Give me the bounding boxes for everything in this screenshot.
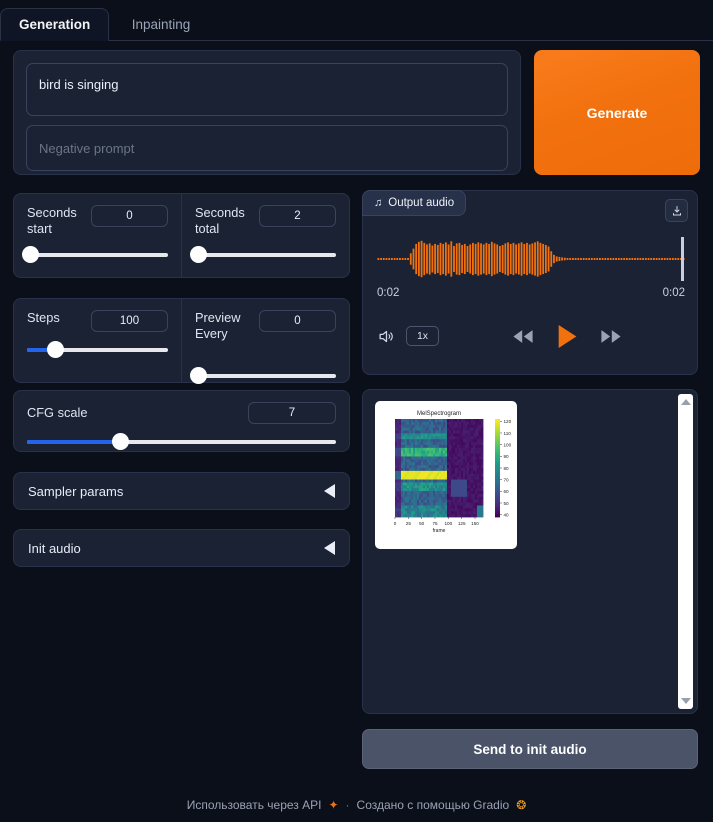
seconds-total-slider[interactable]	[189, 246, 336, 263]
svg-text:50: 50	[419, 521, 425, 526]
collapse-triangle-icon	[324, 541, 335, 555]
negative-prompt-input[interactable]	[26, 125, 508, 171]
volume-icon	[379, 330, 393, 342]
svg-text:150: 150	[471, 521, 479, 526]
steps-knob[interactable]	[47, 341, 65, 358]
send-to-init-audio-button[interactable]: Send to init audio	[362, 729, 698, 769]
tab-inpainting[interactable]: Inpainting	[114, 9, 209, 42]
volume-button[interactable]	[377, 328, 396, 345]
svg-text:70: 70	[504, 477, 510, 482]
svg-text:40: 40	[504, 512, 510, 517]
seconds-start-knob[interactable]	[21, 246, 39, 263]
play-button[interactable]	[556, 324, 578, 349]
tab-bar: Generation Inpainting	[0, 8, 713, 41]
preview-every-label: Preview Every	[195, 310, 241, 341]
svg-text:100: 100	[444, 521, 452, 526]
output-gallery: MelSpectrogram 0 25 50 75 100 125 150 frame 40 50 6…	[362, 389, 698, 714]
svg-text:125: 125	[458, 521, 466, 526]
fast-forward-button[interactable]	[599, 328, 623, 345]
audio-current-time: 0:02	[377, 287, 400, 299]
svg-text:60: 60	[504, 489, 510, 494]
steps-slider[interactable]	[27, 341, 168, 358]
seconds-start-control: Seconds start 0	[14, 194, 181, 277]
generate-button[interactable]: Generate	[534, 50, 700, 175]
cfg-scale-fill	[27, 440, 120, 444]
mel-spectrogram-chart: MelSpectrogram 0 25 50 75 100 125 150 frame 40 50 6…	[394, 411, 512, 534]
preview-every-value[interactable]: 0	[259, 310, 336, 332]
seconds-start-value[interactable]: 0	[91, 205, 168, 227]
output-audio-label: Output audio	[388, 197, 455, 209]
svg-text:frame: frame	[433, 528, 446, 534]
seconds-total-knob[interactable]	[189, 246, 207, 263]
accordion-init-audio-label: Init audio	[28, 540, 81, 556]
accordion-init-audio[interactable]: Init audio	[13, 529, 350, 567]
audio-waveform[interactable]	[377, 233, 685, 285]
fast-forward-icon	[601, 329, 621, 343]
accordion-sampler-params[interactable]: Sampler params	[13, 472, 350, 510]
svg-text:110: 110	[504, 431, 512, 436]
svg-text:75: 75	[432, 521, 438, 526]
playback-speed-button[interactable]: 1x	[406, 326, 439, 346]
steps-value[interactable]: 100	[91, 310, 168, 332]
scroll-up-arrow-icon[interactable]	[680, 399, 691, 405]
download-button[interactable]	[665, 199, 688, 222]
seconds-total-label: Seconds total	[195, 205, 245, 236]
preview-every-control: Preview Every 0	[181, 299, 349, 384]
field-gap	[26, 116, 508, 125]
tab-generation[interactable]: Generation	[0, 8, 110, 41]
seconds-slider-group: Seconds start 0 Seconds total 2	[13, 193, 350, 278]
play-icon	[558, 324, 577, 348]
audio-controls: 1x	[377, 319, 685, 353]
use-via-api-link[interactable]: Использовать через API	[187, 798, 322, 812]
steps-slider-group: Steps 100 Preview Every 0	[13, 298, 350, 384]
seconds-start-slider[interactable]	[21, 246, 168, 263]
app-root: Generation Inpainting Generate Seconds s…	[0, 0, 713, 822]
accordion-sampler-params-label: Sampler params	[28, 483, 124, 499]
svg-text:100: 100	[504, 442, 512, 447]
seconds-total-control: Seconds total 2	[181, 194, 349, 277]
spectrogram-thumbnail[interactable]: MelSpectrogram 0 25 50 75 100 125 150 frame 40 50 6…	[375, 401, 517, 549]
cfg-scale-group: CFG scale 7	[13, 390, 350, 452]
prompt-panel	[13, 50, 521, 175]
waveform-svg	[377, 237, 685, 281]
rewind-button[interactable]	[511, 328, 535, 345]
built-with-gradio-link[interactable]: Создано с помощью Gradio	[357, 798, 510, 812]
svg-text:120: 120	[504, 419, 512, 424]
audio-total-time: 0:02	[662, 287, 685, 299]
seconds-total-value[interactable]: 2	[259, 205, 336, 227]
svg-text:25: 25	[406, 521, 412, 526]
svg-text:0: 0	[394, 521, 397, 526]
output-audio-header: ♫ Output audio	[362, 190, 467, 216]
steps-label: Steps	[27, 310, 60, 325]
svg-text:90: 90	[504, 454, 510, 459]
cfg-scale-knob[interactable]	[111, 433, 129, 450]
download-icon	[672, 205, 681, 215]
cfg-scale-slider[interactable]	[27, 433, 336, 450]
gradio-logo-icon: ❂	[516, 798, 527, 812]
preview-every-slider[interactable]	[189, 367, 336, 384]
audio-time-row: 0:02 0:02	[377, 287, 685, 299]
gallery-scrollbar[interactable]	[678, 394, 693, 709]
preview-every-knob[interactable]	[189, 367, 207, 384]
footer: Использовать через API ✦ · Создано с пом…	[0, 798, 713, 812]
footer-separator: ·	[345, 798, 350, 812]
scroll-down-arrow-icon[interactable]	[680, 698, 691, 704]
svg-text:MelSpectrogram: MelSpectrogram	[417, 411, 461, 417]
rewind-icon	[513, 329, 533, 343]
steps-control: Steps 100	[14, 299, 181, 382]
cfg-scale-label: CFG scale	[27, 405, 88, 420]
seconds-start-label: Seconds start	[27, 205, 77, 236]
api-rocket-icon: ✦	[328, 798, 339, 812]
prompt-input[interactable]	[26, 63, 508, 116]
svg-text:80: 80	[504, 466, 510, 471]
cfg-scale-value[interactable]: 7	[248, 402, 336, 424]
music-note-icon: ♫	[374, 197, 383, 209]
svg-text:50: 50	[504, 501, 510, 506]
collapse-triangle-icon	[324, 484, 335, 498]
output-audio-panel: ♫ Output audio 0:02 0:02 1x	[362, 190, 698, 375]
